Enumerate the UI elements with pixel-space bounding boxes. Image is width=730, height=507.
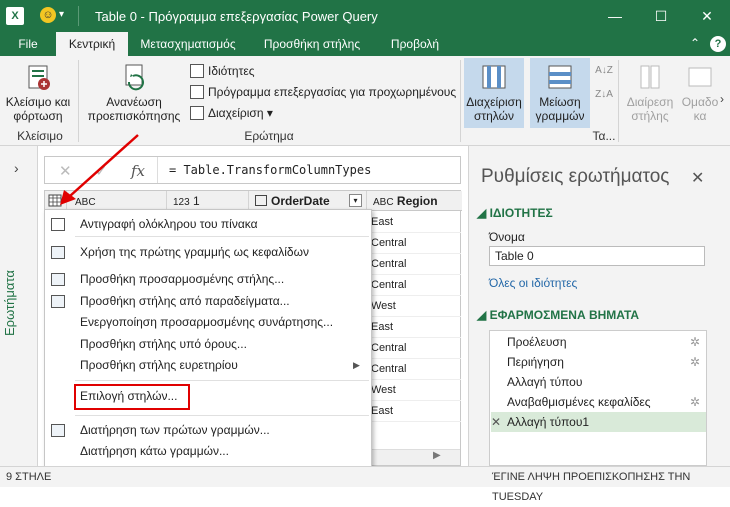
applied-step-label: Αλλαγή τύπου1 <box>507 415 590 429</box>
step-settings-gear-icon[interactable]: ✲ <box>690 332 700 352</box>
applied-steps-section-header[interactable]: ◢ ΕΦΑΡΜΟΣΜΕΝΑ ΒΗΜΑΤΑ <box>477 308 639 322</box>
applied-step[interactable]: Αναβαθμισμένες κεφαλίδες ✲ <box>491 392 706 412</box>
step-settings-gear-icon[interactable]: ✲ <box>690 392 700 412</box>
applied-step-label: Περιήγηση <box>507 355 564 369</box>
query-name-value: Table 0 <box>495 249 534 263</box>
applied-step-label: Αλλαγή τύπου <box>507 375 583 389</box>
close-settings-icon[interactable]: ✕ <box>691 168 704 188</box>
applied-step-label: Αναβαθμισμένες κεφαλίδες <box>507 395 651 409</box>
query-settings-pane: Ρυθμίσεις ερωτήματος ✕ ◢ ΙΔΙΟΤΗΤΕΣ Όνομα… <box>468 146 730 466</box>
applied-step[interactable]: Προέλευση ✲ <box>491 332 706 352</box>
applied-step[interactable]: ✕ Αλλαγή τύπου1 <box>491 412 706 432</box>
applied-step-label: Προέλευση <box>507 335 567 349</box>
properties-header-label: ΙΔΙΟΤΗΤΕΣ <box>489 206 553 220</box>
all-properties-link[interactable]: Όλες οι ιδιότητες <box>489 276 577 290</box>
properties-section-header[interactable]: ◢ ΙΔΙΟΤΗΤΕΣ <box>477 206 553 220</box>
query-name-input[interactable]: Table 0 <box>489 246 705 266</box>
step-settings-gear-icon[interactable]: ✲ <box>690 352 700 372</box>
delete-step-icon[interactable]: ✕ <box>491 412 507 432</box>
applied-steps-header-label: ΕΦΑΡΜΟΣΜΕΝΑ ΒΗΜΑΤΑ <box>489 308 640 322</box>
name-label: Όνομα <box>489 230 525 244</box>
status-bar: 9 ΣΤΗΛΕ ΈΓΙΝΕ ΛΗΨΗ ΠΡΟΕΠΙΣΚΟΠΗΣΗΣ ΤΗΝ TU… <box>0 466 730 503</box>
status-preview-info: ΈΓΙΝΕ ΛΗΨΗ ΠΡΟΕΠΙΣΚΟΠΗΣΗΣ ΤΗΝ TUESDAY <box>492 471 691 503</box>
applied-step[interactable]: Περιήγηση ✲ <box>491 352 706 372</box>
applied-step[interactable]: Αλλαγή τύπου <box>491 372 706 392</box>
status-column-count: 9 ΣΤΗΛΕ <box>6 471 52 483</box>
query-settings-title: Ρυθμίσεις ερωτήματος <box>481 166 670 187</box>
